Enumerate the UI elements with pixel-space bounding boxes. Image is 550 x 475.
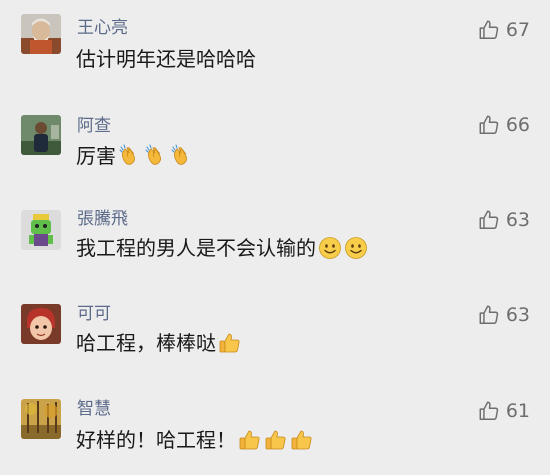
like-count: 61 [505, 400, 530, 422]
thumbs-up-icon [479, 401, 499, 420]
like-button[interactable]: 61 [478, 399, 530, 423]
like-count: 63 [505, 209, 530, 231]
thumbs-up-icon [479, 210, 499, 229]
like-count: 66 [505, 114, 530, 136]
comment-text: 好样的！哈工程！ [76, 427, 314, 453]
like-button[interactable]: 67 [478, 18, 530, 42]
commenter-name[interactable]: 可可 [77, 304, 111, 324]
thumbs-up-icon [479, 115, 499, 134]
comment-text-content: 厉害 [76, 144, 116, 168]
person-outdoor-avatar[interactable] [21, 115, 61, 155]
commenter-name[interactable]: 張騰飛 [77, 209, 128, 229]
comment-item: 阿查 厉害 66 [0, 95, 550, 190]
thumbs-up-emoji [239, 430, 260, 450]
like-count: 63 [505, 304, 530, 326]
thumbs-up-emoji [219, 333, 240, 353]
thumbs-up-icon [479, 305, 499, 324]
thumbs-up-emoji [265, 430, 286, 450]
comment-text-content: 好样的！哈工程！ [76, 428, 236, 452]
comment-item: 王心亮 估计明年还是哈哈哈 67 [0, 0, 550, 95]
autumn-forest-avatar[interactable] [21, 399, 61, 439]
green-toy-figure-avatar[interactable] [21, 210, 61, 250]
thumbs-up-emoji [291, 430, 312, 450]
clapping-hands-emoji [119, 144, 135, 165]
like-count: 67 [505, 19, 530, 41]
commenter-name[interactable]: 智慧 [77, 399, 111, 419]
comment-text-content: 估计明年还是哈哈哈 [76, 47, 256, 71]
thumbs-up-icon [479, 20, 499, 39]
comment-text: 我工程的男人是不会认输的 [76, 235, 368, 261]
comment-list: 王心亮 估计明年还是哈哈哈 67 阿查 厉害 66 張騰飛 我工程的男人是不会认… [0, 0, 550, 475]
cartoon-child-avatar[interactable] [21, 304, 61, 344]
comment-text: 厉害 [76, 143, 194, 169]
smile-emoji [345, 237, 367, 259]
commenter-name[interactable]: 王心亮 [77, 18, 128, 38]
smile-emoji [319, 237, 341, 259]
comment-text: 估计明年还是哈哈哈 [76, 46, 256, 72]
clapping-hands-emoji [171, 144, 187, 165]
comment-text: 哈工程，棒棒哒 [76, 330, 242, 356]
comment-item: 智慧 好样的！哈工程！ 61 [0, 380, 550, 475]
like-button[interactable]: 63 [478, 303, 530, 327]
like-button[interactable]: 63 [478, 208, 530, 232]
commenter-name[interactable]: 阿查 [77, 116, 111, 136]
comment-text-content: 哈工程，棒棒哒 [76, 331, 216, 355]
clapping-hands-emoji [145, 144, 161, 165]
comment-item: 可可 哈工程，棒棒哒 63 [0, 285, 550, 380]
like-button[interactable]: 66 [478, 113, 530, 137]
comment-text-content: 我工程的男人是不会认输的 [76, 236, 316, 260]
comment-item: 張騰飛 我工程的男人是不会认输的 63 [0, 190, 550, 285]
elder-portrait-avatar[interactable] [21, 14, 61, 54]
